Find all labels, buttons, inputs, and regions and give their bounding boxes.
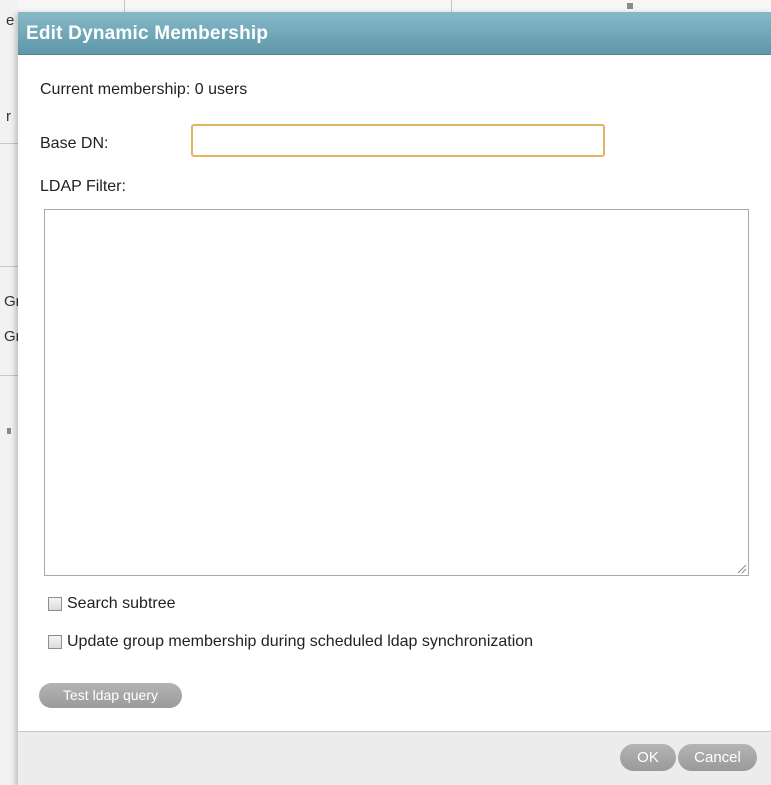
background-text: e (6, 12, 15, 29)
background-divider (0, 266, 18, 267)
search-subtree-option[interactable]: Search subtree (48, 594, 176, 614)
background-marker (627, 3, 633, 9)
base-dn-label: Base DN: (40, 135, 109, 152)
update-membership-label: Update group membership during scheduled… (67, 633, 534, 650)
background-divider (124, 0, 125, 12)
background-divider (451, 0, 452, 12)
ldap-filter-textarea[interactable] (44, 209, 749, 576)
background-text: r (6, 108, 11, 125)
edit-dynamic-membership-dialog: Edit Dynamic Membership Current membersh… (18, 12, 771, 785)
resize-grip-icon[interactable] (735, 562, 747, 574)
background-marker (7, 428, 11, 434)
dialog-footer: OK Cancel (18, 731, 771, 785)
ok-button[interactable]: OK (620, 744, 676, 771)
background-app-top (18, 0, 771, 12)
test-ldap-query-button[interactable]: Test ldap query (39, 683, 182, 708)
dialog-title-bar[interactable]: Edit Dynamic Membership (18, 12, 771, 55)
search-subtree-checkbox[interactable] (48, 597, 62, 611)
update-membership-checkbox[interactable] (48, 635, 62, 649)
base-dn-input[interactable] (191, 124, 605, 157)
search-subtree-label: Search subtree (67, 595, 176, 612)
cancel-button[interactable]: Cancel (678, 744, 757, 771)
background-divider (0, 375, 18, 376)
update-membership-option[interactable]: Update group membership during scheduled… (48, 632, 533, 652)
ldap-filter-label: LDAP Filter: (40, 178, 126, 195)
current-membership-text: Current membership: 0 users (40, 81, 248, 98)
screen: e r Gr Gr Edit Dynamic Membership Curren… (0, 0, 771, 785)
background-divider (0, 143, 18, 144)
dialog-title: Edit Dynamic Membership (26, 23, 269, 44)
